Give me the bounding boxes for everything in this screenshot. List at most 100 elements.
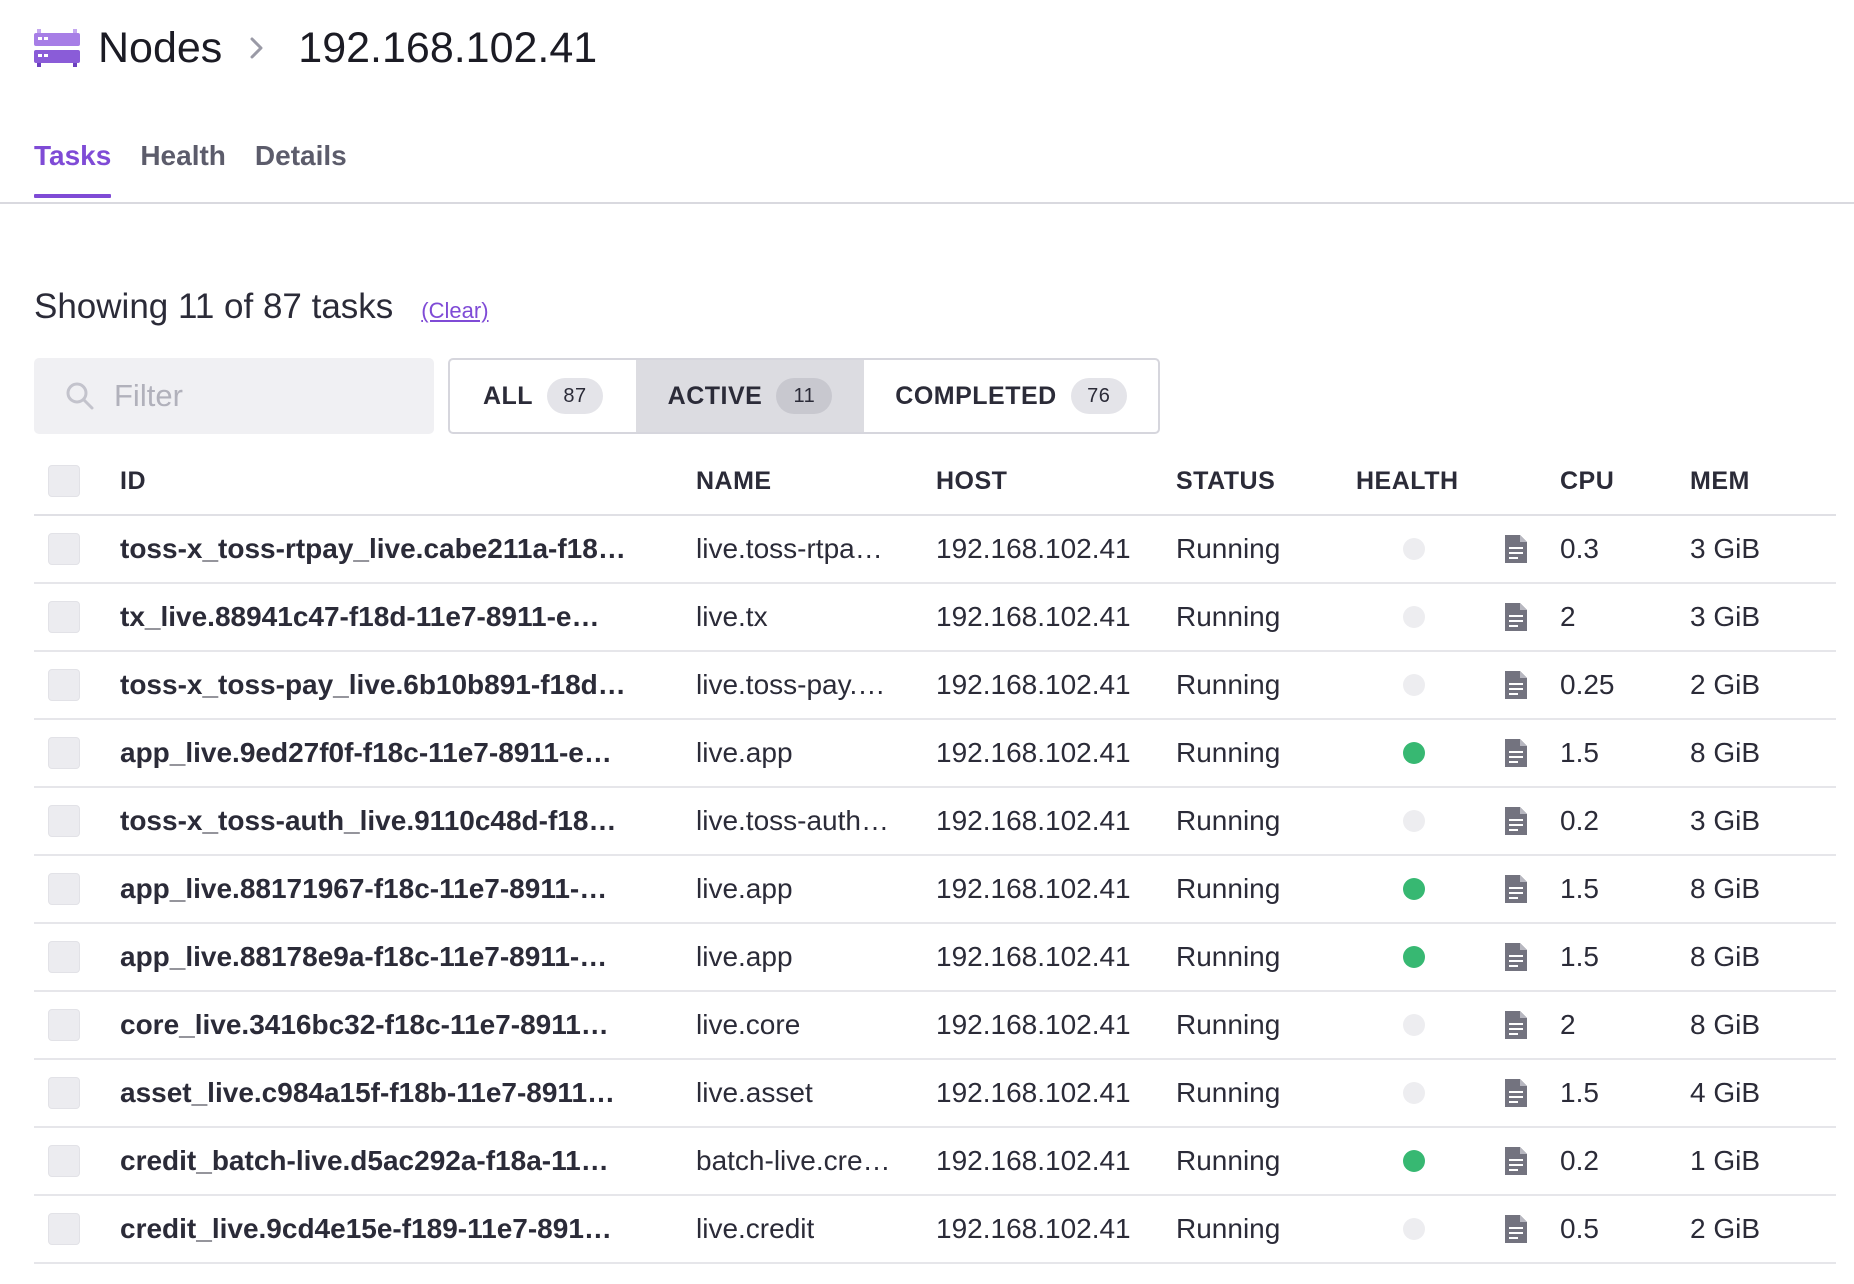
task-id-link[interactable]: core_live.3416bc32-f18c-11e7-8911… [120, 1009, 609, 1041]
table-header: ID NAME HOST STATUS HEALTH CPU MEM [34, 448, 1836, 516]
log-file-icon[interactable] [1503, 806, 1529, 836]
task-status: Running [1176, 941, 1281, 972]
task-cpu: 1.5 [1560, 737, 1599, 768]
table-row[interactable]: asset_live.c984a15f-f18b-11e7-8911… live.… [34, 1060, 1836, 1128]
row-checkbox[interactable] [48, 805, 80, 837]
task-name-cell: live.credit [696, 1196, 936, 1262]
table-row[interactable]: toss-x_toss-rtpay_live.cabe211a-f18… live… [34, 516, 1836, 584]
row-checkbox[interactable] [48, 1009, 80, 1041]
row-checkbox[interactable] [48, 1145, 80, 1177]
task-name-cell: batch-live.cre… [696, 1128, 936, 1194]
segment-active-count: 11 [776, 378, 833, 414]
tab-tasks[interactable]: Tasks [34, 140, 112, 198]
task-id-cell: app_live.88178e9a-f18c-11e7-8911-… [120, 924, 695, 990]
column-header-mem[interactable]: MEM [1690, 448, 1830, 514]
log-file-icon[interactable] [1503, 534, 1529, 564]
task-status: Running [1176, 1145, 1281, 1176]
task-host: 192.168.102.41 [936, 873, 1131, 904]
log-cell [1491, 924, 1541, 990]
task-id-link[interactable]: toss-x_toss-auth_live.9110c48d-f18… [120, 805, 616, 837]
task-mem: 8 GiB [1690, 873, 1761, 904]
log-cell [1491, 584, 1541, 650]
task-id-cell: credit_batch-live.d5ac292a-f18a-11… [120, 1128, 695, 1194]
task-host: 192.168.102.41 [936, 1145, 1131, 1176]
column-header-health[interactable]: HEALTH [1356, 448, 1526, 514]
log-file-icon[interactable] [1503, 738, 1529, 768]
task-name-cell: live.toss-rtpa… [696, 516, 936, 582]
segment-all-label: ALL [482, 381, 534, 410]
table-row[interactable]: toss-x_toss-auth_live.9110c48d-f18… live.… [34, 788, 1836, 856]
row-checkbox[interactable] [48, 601, 80, 633]
row-checkbox[interactable] [48, 1213, 80, 1245]
task-mem: 8 GiB [1690, 1009, 1761, 1040]
table-row[interactable]: credit_live.9cd4e15e-f189-11e7-891… live.… [34, 1196, 1836, 1264]
log-file-icon[interactable] [1503, 1010, 1529, 1040]
task-host: 192.168.102.41 [936, 669, 1131, 700]
breadcrumb-nodes-link[interactable]: Nodes [98, 24, 222, 73]
column-header-id[interactable]: ID [120, 448, 695, 514]
row-checkbox[interactable] [48, 1077, 80, 1109]
table-row[interactable]: credit_batch-live.d5ac292a-f18a-11… batch… [34, 1128, 1836, 1196]
row-checkbox[interactable] [48, 941, 80, 973]
task-id-link[interactable]: tx_live.88941c47-f18d-11e7-8911-e… [120, 601, 599, 633]
log-file-icon[interactable] [1503, 1146, 1529, 1176]
task-mem: 8 GiB [1690, 941, 1761, 972]
table-row[interactable]: core_live.3416bc32-f18c-11e7-8911… live.c… [34, 992, 1836, 1060]
health-status-dot [1403, 674, 1425, 696]
segment-active[interactable]: ACTIVE 11 [636, 360, 864, 432]
filter-input[interactable] [112, 377, 396, 415]
log-file-icon[interactable] [1503, 1078, 1529, 1108]
task-id-cell: app_live.9ed27f0f-f18c-11e7-8911-e… [120, 720, 695, 786]
clear-filter-link[interactable]: (Clear) [421, 298, 488, 324]
table-row[interactable]: tx_live.88941c47-f18d-11e7-8911-e… live.t… [34, 584, 1836, 652]
select-all-checkbox[interactable] [48, 465, 80, 497]
task-id-link[interactable]: app_live.88171967-f18c-11e7-8911-… [120, 873, 607, 905]
segment-all[interactable]: ALL 87 [450, 360, 636, 432]
column-header-host[interactable]: HOST [936, 448, 1166, 514]
row-checkbox[interactable] [48, 533, 80, 565]
task-cpu: 0.2 [1560, 805, 1599, 836]
log-file-icon[interactable] [1503, 602, 1529, 632]
task-name: live.toss-rtpa… [696, 533, 883, 564]
task-id-link[interactable]: app_live.9ed27f0f-f18c-11e7-8911-e… [120, 737, 612, 769]
task-id-link[interactable]: credit_live.9cd4e15e-f189-11e7-891… [120, 1213, 612, 1245]
task-id-link[interactable]: credit_batch-live.d5ac292a-f18a-11… [120, 1145, 609, 1177]
log-cell [1491, 788, 1541, 854]
row-checkbox[interactable] [48, 737, 80, 769]
task-id-link[interactable]: toss-x_toss-pay_live.6b10b891-f18d… [120, 669, 626, 701]
task-id-link[interactable]: app_live.88178e9a-f18c-11e7-8911-… [120, 941, 607, 973]
task-id-cell: toss-x_toss-pay_live.6b10b891-f18d… [120, 652, 695, 718]
task-cpu: 2 [1560, 601, 1576, 632]
row-select-cell [48, 720, 82, 786]
column-header-name[interactable]: NAME [696, 448, 936, 514]
log-file-icon[interactable] [1503, 874, 1529, 904]
log-file-icon[interactable] [1503, 670, 1529, 700]
task-name-cell: live.toss-auth… [696, 788, 936, 854]
row-select-cell [48, 992, 82, 1058]
segment-all-count: 87 [547, 378, 604, 414]
segment-completed[interactable]: COMPLETED 76 [864, 360, 1158, 432]
table-row[interactable]: app_live.9ed27f0f-f18c-11e7-8911-e… live.… [34, 720, 1836, 788]
table-row[interactable]: app_live.88171967-f18c-11e7-8911-… live.a… [34, 856, 1836, 924]
tab-details[interactable]: Details [255, 140, 347, 198]
log-cell [1491, 856, 1541, 922]
column-header-status[interactable]: STATUS [1176, 448, 1346, 514]
log-file-icon[interactable] [1503, 1214, 1529, 1244]
tab-health[interactable]: Health [140, 140, 226, 198]
task-status: Running [1176, 1009, 1281, 1040]
table-row[interactable]: app_live.88178e9a-f18c-11e7-8911-… live.a… [34, 924, 1836, 992]
column-header-cpu[interactable]: CPU [1560, 448, 1670, 514]
row-checkbox[interactable] [48, 873, 80, 905]
filter-box[interactable] [34, 358, 434, 434]
log-file-icon[interactable] [1503, 942, 1529, 972]
task-name: live.toss-auth… [696, 805, 889, 836]
task-mem: 3 GiB [1690, 805, 1761, 836]
log-cell [1491, 1060, 1541, 1126]
summary-text: Showing 11 of 87 tasks [34, 287, 394, 326]
task-id-link[interactable]: asset_live.c984a15f-f18b-11e7-8911… [120, 1077, 615, 1109]
table-row[interactable]: toss-x_toss-pay_live.6b10b891-f18d… live.… [34, 652, 1836, 720]
row-checkbox[interactable] [48, 669, 80, 701]
task-name-cell: live.asset [696, 1060, 936, 1126]
task-host: 192.168.102.41 [936, 1077, 1131, 1108]
task-id-link[interactable]: toss-x_toss-rtpay_live.cabe211a-f18… [120, 533, 626, 565]
